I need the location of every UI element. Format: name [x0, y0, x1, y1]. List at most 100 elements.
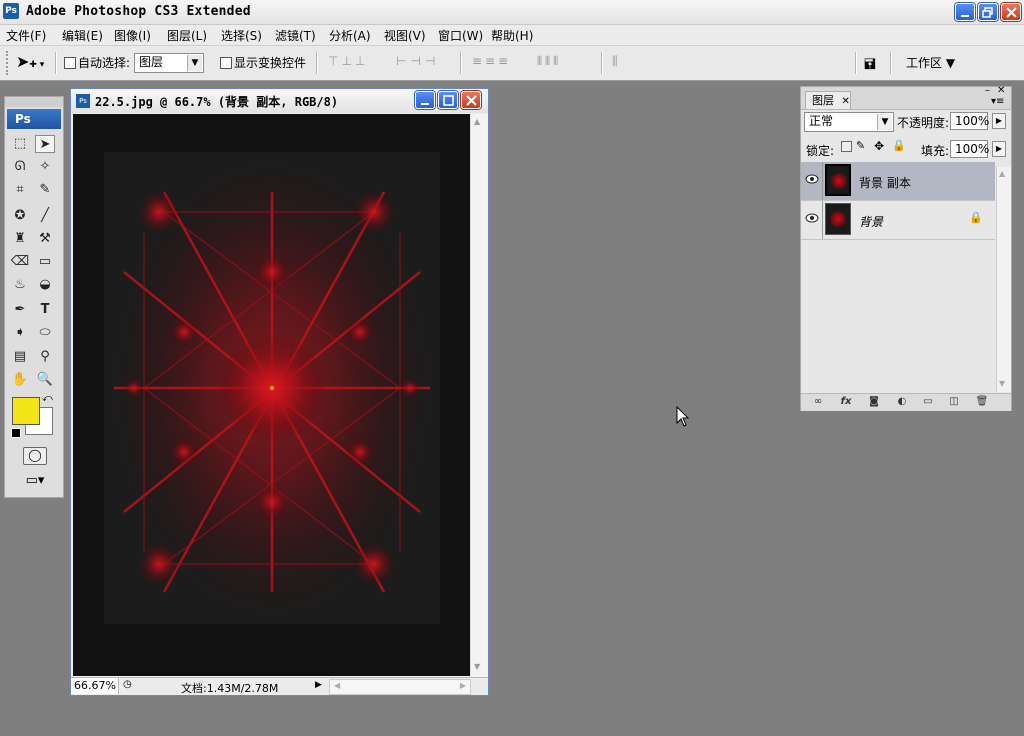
eraser-tool-icon[interactable]: ⌫ — [10, 253, 30, 271]
menu-analysis[interactable]: 分析(A) — [329, 27, 371, 44]
status-options-icon[interactable]: ◷ — [123, 679, 132, 690]
zoom-tool-icon[interactable]: 🔍 — [35, 371, 55, 389]
opacity-input[interactable]: 100% — [950, 112, 989, 130]
menu-file[interactable]: 文件(F) — [6, 27, 46, 44]
doc-maximize-button[interactable] — [438, 91, 458, 109]
gradient-tool-icon[interactable]: ▭ — [35, 253, 55, 271]
workspace-button[interactable]: 工作区 ▼ — [906, 54, 955, 71]
scroll-right-icon[interactable]: ▶ — [460, 681, 466, 690]
document-horizontal-scrollbar[interactable]: ◀ ▶ — [329, 679, 471, 695]
tab-layers[interactable]: 图层 ✕ — [805, 91, 851, 109]
opacity-slider-arrow-icon[interactable]: ▶ — [992, 113, 1006, 129]
crop-tool-icon[interactable]: ⌗ — [10, 181, 30, 199]
panel-menu-icon[interactable]: ▾≡ — [991, 96, 1004, 107]
lock-image-icon[interactable]: ✎ — [856, 139, 865, 152]
scroll-left-icon[interactable]: ◀ — [334, 681, 340, 690]
path-selection-tool-icon[interactable]: ➧ — [10, 324, 30, 342]
document-title-bar[interactable]: Ps 22.5.jpg @ 66.7% (背景 副本, RGB/8) — [71, 89, 488, 113]
close-icon[interactable]: ✕ — [842, 96, 850, 107]
auto-align-icon[interactable]: ⫼ — [612, 54, 618, 69]
photoshop-app-icon[interactable]: Ps — [3, 3, 19, 19]
menu-help[interactable]: 帮助(H) — [491, 27, 533, 44]
lock-transparent-icon[interactable] — [841, 141, 852, 152]
new-layer-icon[interactable]: ◫ — [947, 396, 961, 408]
notes-tool-icon[interactable]: ▤ — [10, 348, 30, 366]
pen-tool-icon[interactable]: ✒ — [10, 301, 30, 319]
align-buttons-icon[interactable]: ⊤⊥⊥ — [328, 54, 368, 68]
dodge-tool-icon[interactable]: ◒ — [35, 276, 55, 294]
file-browser-icon[interactable]: 🖬 — [864, 54, 876, 78]
screen-mode-icon[interactable]: ▭▾ — [23, 473, 47, 489]
lock-position-icon[interactable]: ✥ — [874, 139, 884, 153]
panel-close-icon[interactable]: ✕ — [997, 85, 1005, 96]
fx-icon[interactable]: fx — [839, 396, 853, 408]
minimize-button[interactable] — [955, 3, 975, 21]
slice-tool-icon[interactable]: ✎ — [35, 181, 55, 199]
type-tool-icon[interactable]: T — [35, 301, 55, 319]
group-icon[interactable]: ▭ — [921, 396, 935, 408]
zoom-level-field[interactable]: 66.67% — [71, 678, 119, 694]
brush-tool-icon[interactable]: ╱ — [35, 207, 55, 225]
default-colors-icon[interactable] — [11, 428, 21, 438]
menu-edit[interactable]: 编辑(E) — [62, 27, 103, 44]
layers-panel-header[interactable]: 图层 ✕ – ✕ ▾≡ — [801, 85, 1011, 110]
panel-collapse-icon[interactable]: – — [985, 85, 990, 96]
layer-row-background-copy[interactable]: 背景 副本 — [801, 162, 995, 201]
layers-vertical-scrollbar[interactable]: ▲ ▼ — [996, 167, 1011, 392]
status-menu-arrow-icon[interactable]: ▶ — [315, 680, 322, 690]
restore-button[interactable] — [978, 3, 998, 21]
doc-close-button[interactable] — [461, 91, 481, 109]
doc-minimize-button[interactable] — [415, 91, 435, 109]
distribute-horizontal-icon[interactable]: ⫴⫴⫴ — [537, 54, 561, 69]
scroll-up-icon[interactable]: ▲ — [999, 169, 1005, 178]
tools-panel-header[interactable] — [5, 97, 63, 107]
blend-mode-value: 正常 — [809, 114, 834, 128]
menu-filter[interactable]: 滤镜(T) — [275, 27, 316, 44]
show-transform-checkbox[interactable] — [220, 57, 232, 69]
blur-tool-icon[interactable]: ♨ — [10, 276, 30, 294]
tools-ps-badge: Ps — [7, 109, 61, 129]
move-tool-preset-icon[interactable]: ➤✚ ▾ — [16, 52, 44, 71]
fill-slider-arrow-icon[interactable]: ▶ — [992, 141, 1006, 157]
scroll-down-icon[interactable]: ▼ — [999, 379, 1005, 388]
eyedropper-tool-icon[interactable]: ⚲ — [35, 348, 55, 366]
mask-icon[interactable]: ◙ — [867, 396, 881, 408]
link-icon[interactable]: ∞ — [811, 396, 825, 408]
move-tool-icon[interactable]: ➤ — [35, 135, 55, 153]
lock-all-icon[interactable]: 🔒 — [892, 139, 906, 152]
auto-select-dropdown[interactable]: 图层 ▼ — [134, 53, 204, 73]
menu-window[interactable]: 窗口(W) — [438, 27, 483, 44]
blend-mode-dropdown[interactable]: 正常 ▼ — [804, 112, 894, 132]
magic-wand-tool-icon[interactable]: ✧ — [35, 158, 55, 176]
scroll-down-icon[interactable]: ▼ — [474, 662, 480, 671]
menu-view[interactable]: 视图(V) — [384, 27, 426, 44]
document-canvas[interactable] — [73, 114, 470, 676]
eye-visibility-icon[interactable] — [804, 171, 820, 187]
ellipse-tool-icon[interactable]: ⬭ — [35, 324, 55, 342]
lasso-tool-icon[interactable]: ᘏ — [10, 158, 30, 176]
document-vertical-scrollbar[interactable]: ▲ ▼ — [470, 114, 487, 676]
menu-image[interactable]: 图像(I) — [114, 27, 151, 44]
align-horizontal-icon[interactable]: ⊢⊣⊣ — [396, 54, 439, 68]
layer-name: 背景 — [859, 215, 884, 229]
options-grip[interactable] — [6, 51, 16, 75]
scroll-up-icon[interactable]: ▲ — [474, 117, 480, 126]
clone-stamp-tool-icon[interactable]: ♜ — [10, 230, 30, 248]
fill-input[interactable]: 100% — [950, 140, 989, 158]
trash-icon[interactable]: 🗑 — [975, 396, 989, 408]
menu-select[interactable]: 选择(S) — [221, 27, 262, 44]
menu-layer[interactable]: 图层(L) — [167, 27, 207, 44]
layer-row-background[interactable]: 背景 🔒 — [801, 201, 995, 240]
adjustment-icon[interactable]: ◐ — [895, 396, 909, 408]
foreground-color-swatch[interactable] — [12, 397, 40, 425]
quick-mask-icon[interactable]: ◯ — [23, 447, 47, 465]
marquee-tool-icon[interactable]: ⬚ — [10, 135, 30, 153]
history-brush-tool-icon[interactable]: ⚒ — [35, 230, 55, 248]
hand-tool-icon[interactable]: ✋ — [10, 371, 30, 389]
close-button[interactable] — [1001, 3, 1021, 21]
distribute-vertical-icon[interactable]: ≡≡≡ — [472, 54, 511, 68]
eye-visibility-icon[interactable] — [804, 210, 820, 226]
healing-brush-tool-icon[interactable]: ✪ — [10, 207, 30, 225]
swap-colors-icon[interactable]: ⤺ — [42, 393, 53, 404]
auto-select-checkbox[interactable] — [64, 57, 76, 69]
